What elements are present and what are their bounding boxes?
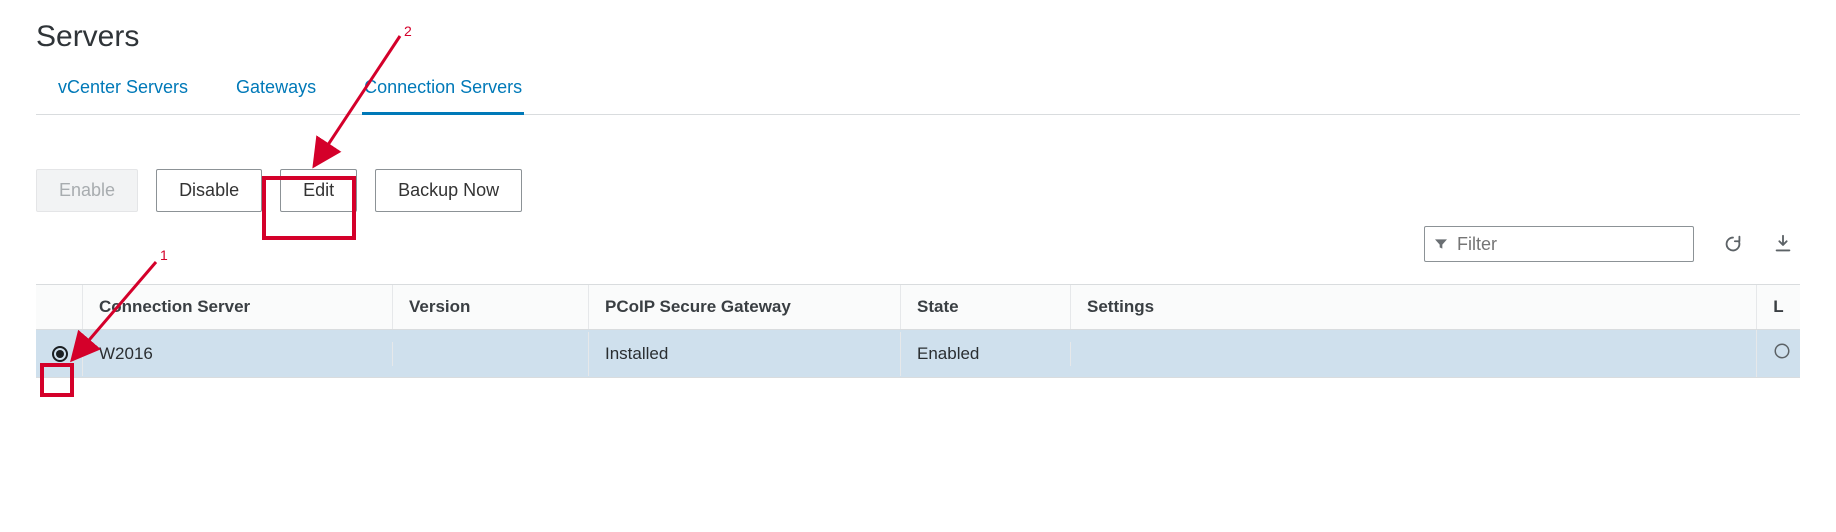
filter-input[interactable] bbox=[1455, 233, 1691, 256]
table-row[interactable]: W2016 Installed Enabled bbox=[36, 330, 1800, 377]
row-pcoip: Installed bbox=[588, 332, 900, 376]
tabs: vCenter Servers Gateways Connection Serv… bbox=[36, 76, 1800, 115]
table-header-select bbox=[36, 295, 82, 319]
row-last-icon-cell bbox=[1756, 330, 1800, 377]
filter-box[interactable] bbox=[1424, 226, 1694, 262]
download-icon[interactable] bbox=[1772, 233, 1794, 255]
row-connection-server: W2016 bbox=[82, 332, 392, 376]
tab-gateways[interactable]: Gateways bbox=[234, 77, 318, 115]
disable-button[interactable]: Disable bbox=[156, 169, 262, 212]
tab-connection-servers[interactable]: Connection Servers bbox=[362, 77, 524, 115]
row-state: Enabled bbox=[900, 332, 1070, 376]
table-header-last[interactable]: L bbox=[1756, 285, 1800, 329]
status-ok-icon bbox=[1773, 342, 1791, 360]
table-header-state[interactable]: State bbox=[900, 285, 1070, 329]
row-settings bbox=[1070, 342, 1756, 366]
table-header-settings[interactable]: Settings bbox=[1070, 285, 1756, 329]
row-radio-icon[interactable] bbox=[52, 346, 68, 362]
table-header-row: Connection Server Version PCoIP Secure G… bbox=[36, 285, 1800, 330]
backup-now-button[interactable]: Backup Now bbox=[375, 169, 522, 212]
refresh-icon[interactable] bbox=[1722, 233, 1744, 255]
page-title: Servers bbox=[36, 20, 1800, 54]
table-header-connection-server[interactable]: Connection Server bbox=[82, 285, 392, 329]
table-header-pcoip[interactable]: PCoIP Secure Gateway bbox=[588, 285, 900, 329]
filter-icon bbox=[1433, 236, 1449, 252]
filter-row bbox=[36, 226, 1800, 262]
enable-button: Enable bbox=[36, 169, 138, 212]
row-version bbox=[392, 342, 588, 366]
row-select-cell[interactable] bbox=[36, 334, 82, 374]
tab-vcenter-servers[interactable]: vCenter Servers bbox=[56, 77, 190, 115]
edit-button[interactable]: Edit bbox=[280, 169, 357, 212]
table-header-version[interactable]: Version bbox=[392, 285, 588, 329]
toolbar: Enable Disable Edit Backup Now bbox=[36, 169, 1800, 212]
connection-servers-table: Connection Server Version PCoIP Secure G… bbox=[36, 284, 1800, 378]
